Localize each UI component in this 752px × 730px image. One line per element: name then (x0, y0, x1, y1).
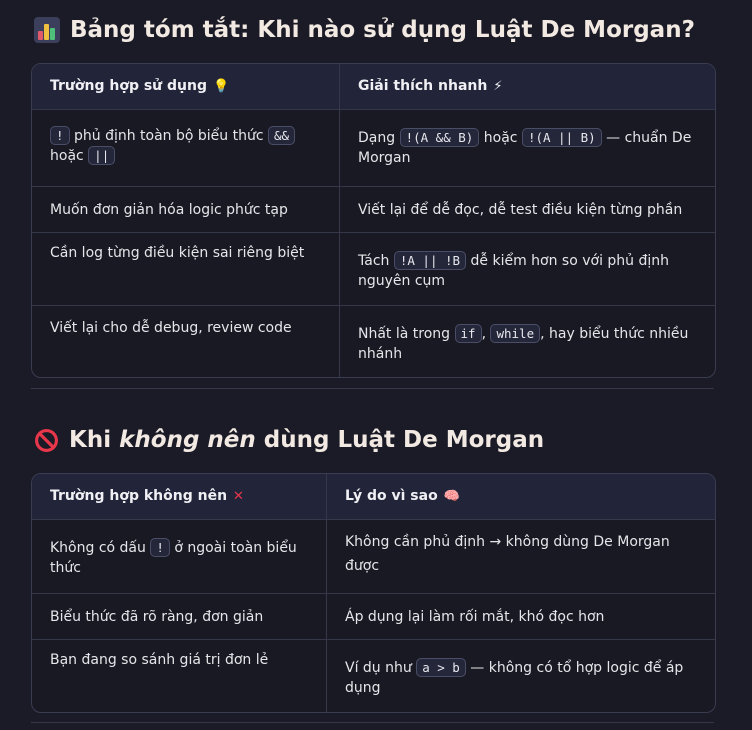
table-header-row: Trường hợp sử dụng 💡 Giải thích nhanh ⚡ (32, 64, 715, 109)
table-row: Muốn đơn giản hóa logic phức tạp Viết lạ… (32, 186, 715, 232)
table-cell: ! phủ định toàn bộ biểu thức && hoặc || (32, 110, 340, 186)
cell-text: Biểu thức đã rõ ràng, đơn giản (50, 608, 264, 625)
table-cell: Viết lại cho dễ debug, review code (32, 306, 340, 377)
cell-text: Bạn đang so sánh giá trị đơn lẻ (50, 652, 269, 668)
cell-text: Viết lại cho dễ debug, review code (50, 320, 292, 336)
text-span: Khi (69, 427, 120, 453)
cell-text: Dạng !(A && B) hoặc !(A || B) — chuẩn De… (358, 128, 695, 168)
cell-text: Không có dấu ! ở ngoài toàn biểu thức (50, 538, 308, 578)
table-row: Cần log từng điều kiện sai riêng biệt Tá… (32, 232, 715, 305)
table-cell: Cần log từng điều kiện sai riêng biệt (32, 233, 340, 305)
table-cell: Viết lại để dễ đọc, dễ test điều kiện từ… (340, 187, 713, 232)
inline-code: ! (150, 538, 170, 557)
text-span: hoặc (50, 148, 89, 164)
inline-code: ! (50, 126, 70, 145)
cell-text: ! phủ định toàn bộ biểu thức && hoặc || (50, 126, 321, 166)
brain-icon: 🧠 (443, 489, 460, 504)
summary-table: Trường hợp sử dụng 💡 Giải thích nhanh ⚡ ! … (31, 63, 716, 378)
table-cell: Tách !A || !B dễ kiểm hơn so với phủ địn… (340, 233, 713, 305)
column-header-label: Lý do vì sao (345, 488, 438, 504)
table-cell: Biểu thức đã rõ ràng, đơn giản (32, 594, 327, 639)
text-span: Không có dấu (50, 540, 151, 556)
table-cell: Không cần phủ định → không dùng De Morga… (327, 520, 713, 593)
inline-code: a > b (416, 658, 466, 677)
column-header: Trường hợp sử dụng 💡 (32, 64, 340, 109)
inline-code: !A || !B (393, 251, 467, 270)
inline-code: || (88, 146, 116, 165)
cell-text: Áp dụng lại làm rối mắt, khó đọc hơn (345, 608, 605, 625)
table-row: Biểu thức đã rõ ràng, đơn giản Áp dụng l… (32, 593, 715, 639)
table-cell: Không có dấu ! ở ngoài toàn biểu thức (32, 520, 327, 593)
text-span: Dạng (358, 130, 400, 146)
table-cell: Ví dụ như a > b — không có tổ hợp logic … (327, 640, 713, 712)
when-not-table: Trường hợp không nên ✕ Lý do vì sao 🧠 Khôn… (31, 473, 716, 713)
cell-text: Viết lại để dễ đọc, dễ test điều kiện từ… (358, 201, 683, 218)
inline-code: !(A && B) (399, 128, 480, 147)
column-header-label: Trường hợp không nên (50, 488, 228, 504)
section-title-summary: Bảng tóm tắt: Khi nào sử dụng Luật De Mo… (34, 17, 695, 43)
table-row: Viết lại cho dễ debug, review code Nhất … (32, 305, 715, 377)
table-cell: Dạng !(A && B) hoặc !(A || B) — chuẩn De… (340, 110, 713, 186)
prohibited-icon (35, 428, 58, 452)
column-header: Giải thích nhanh ⚡ (340, 64, 713, 109)
cell-text: Muốn đơn giản hóa logic phức tạp (50, 201, 288, 218)
text-span: phủ định toàn bộ biểu thức (69, 128, 268, 144)
table-row: Không có dấu ! ở ngoài toàn biểu thức Kh… (32, 519, 715, 593)
inline-code: while (490, 324, 541, 343)
page: Bảng tóm tắt: Khi nào sử dụng Luật De Mo… (0, 0, 752, 730)
table-header-row: Trường hợp không nên ✕ Lý do vì sao 🧠 (32, 474, 715, 519)
text-span: Nhất là trong (358, 326, 455, 342)
cell-text: Tách !A || !B dễ kiểm hơn so với phủ địn… (358, 251, 695, 291)
text-span: dùng Luật De Morgan (255, 427, 545, 453)
column-header-label: Trường hợp sử dụng (50, 78, 207, 94)
column-header: Lý do vì sao 🧠 (327, 474, 713, 519)
lightbulb-icon: 💡 (213, 79, 230, 94)
inline-code: && (268, 126, 296, 145)
text-span: Ví dụ như (345, 660, 417, 676)
divider (31, 388, 714, 389)
column-header: Trường hợp không nên ✕ (32, 474, 327, 519)
lightning-icon: ⚡ (493, 79, 503, 94)
emphasis-text: không nên (119, 427, 256, 453)
text-span: hoặc (479, 130, 522, 146)
table-cell: Muốn đơn giản hóa logic phức tạp (32, 187, 340, 232)
table-cell: Áp dụng lại làm rối mắt, khó đọc hơn (327, 594, 713, 639)
bar-chart-icon (34, 17, 60, 43)
inline-code: if (454, 324, 482, 343)
section-title-when-not: Khi không nên dùng Luật De Morgan (34, 427, 544, 453)
cell-text: Không cần phủ định → không dùng De Morga… (345, 534, 670, 574)
column-header-label: Giải thích nhanh (358, 78, 488, 94)
section-title-text: Khi không nên dùng Luật De Morgan (69, 427, 544, 453)
text-span: Tách (358, 253, 394, 269)
inline-code: !(A || B) (521, 128, 602, 147)
table-row: ! phủ định toàn bộ biểu thức && hoặc || … (32, 109, 715, 186)
cell-text: Ví dụ như a > b — không có tổ hợp logic … (345, 658, 695, 698)
table-cell: Bạn đang so sánh giá trị đơn lẻ (32, 640, 327, 712)
divider (31, 722, 714, 723)
cell-text: Cần log từng điều kiện sai riêng biệt (50, 245, 305, 261)
table-row: Bạn đang so sánh giá trị đơn lẻ Ví dụ nh… (32, 639, 715, 712)
cross-mark-icon: ✕ (233, 489, 244, 504)
table-cell: Nhất là trong if, while, hay biểu thức n… (340, 306, 713, 377)
cell-text: Nhất là trong if, while, hay biểu thức n… (358, 324, 695, 364)
